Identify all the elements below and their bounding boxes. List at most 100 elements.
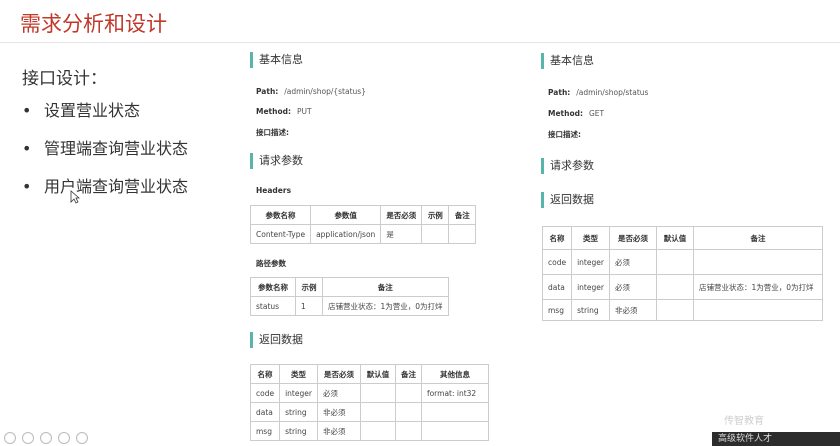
table-header-cell: 名称 xyxy=(249,364,281,384)
table-header-cell: 备注 xyxy=(394,364,422,384)
left-path-label: Path: xyxy=(256,87,279,96)
table-cell: integer xyxy=(571,249,610,275)
right-method-line: Method: GET xyxy=(548,109,604,118)
table-cell: msg xyxy=(541,299,573,321)
table-cell xyxy=(692,249,823,275)
right-path-value: /admin/shop/status xyxy=(576,88,649,97)
table-cell xyxy=(655,249,694,275)
table-row: msg string 非必须 xyxy=(249,421,489,441)
table-cell: format: int32 xyxy=(420,383,489,403)
table-row: Content-Type application/json 是 xyxy=(249,224,477,244)
table-cell: string xyxy=(279,421,318,441)
right-basic-heading: 基本信息 xyxy=(541,53,594,69)
table-header-cell: 默认值 xyxy=(655,226,694,250)
right-method-value: GET xyxy=(589,109,605,118)
table-cell: 1 xyxy=(295,296,323,316)
table-header-cell: 示例 xyxy=(421,205,450,225)
left-headers-table: 参数名称 参数值 是否必须 示例 备注 Content-Type applica… xyxy=(249,205,477,244)
table-cell xyxy=(359,421,396,441)
right-desc-line: 接口描述: xyxy=(548,129,587,140)
table-header-cell: 名称 xyxy=(541,226,573,250)
table-header-cell: 参数名称 xyxy=(249,205,312,225)
table-cell: code xyxy=(541,249,573,275)
table-row: code integer 必须 format: int32 xyxy=(249,383,489,403)
pen-icon[interactable] xyxy=(22,432,34,444)
table-header-cell: 类型 xyxy=(279,364,318,384)
table-cell: status xyxy=(250,296,296,316)
table-cell: data xyxy=(541,274,573,300)
right-response-table: 名称 类型 是否必须 默认值 备注 code integer 必须 data i… xyxy=(541,226,823,321)
left-response-table: 名称 类型 是否必须 默认值 备注 其他信息 code integer 必须 f… xyxy=(249,364,489,441)
table-header-cell: 备注 xyxy=(322,277,449,297)
table-header-row: 参数名称 参数值 是否必须 示例 备注 xyxy=(249,205,477,225)
slides-icon[interactable] xyxy=(58,432,70,444)
right-path-label: Path: xyxy=(548,88,571,97)
table-cell xyxy=(448,224,477,244)
right-desc-label: 接口描述: xyxy=(548,130,581,139)
table-cell xyxy=(421,224,450,244)
table-cell: 店铺营业状态：1为营业，0为打烊 xyxy=(322,296,449,316)
table-cell: string xyxy=(571,299,610,321)
bullet-dot-icon: • xyxy=(22,101,32,120)
left-path-params-table: 参数名称 示例 备注 status 1 店铺营业状态：1为营业，0为打烊 xyxy=(250,277,449,316)
table-cell xyxy=(420,402,489,422)
table-cell xyxy=(394,421,422,441)
bullet-dot-icon: • xyxy=(22,177,32,196)
bullet-text: 管理端查询营业状态 xyxy=(44,139,189,158)
table-cell: data xyxy=(249,402,281,422)
table-cell: application/json xyxy=(310,224,382,244)
table-cell: integer xyxy=(571,274,610,300)
right-path-line: Path: /admin/shop/status xyxy=(548,88,648,97)
table-header-cell: 备注 xyxy=(448,205,477,225)
slide-title: 需求分析和设计 xyxy=(20,12,167,36)
table-header-cell: 是否必须 xyxy=(316,364,361,384)
bullet-item: • 用户端查询营业状态 xyxy=(22,176,188,214)
bullet-item: • 管理端查询营业状态 xyxy=(22,138,188,176)
table-cell: msg xyxy=(249,421,281,441)
zoom-icon[interactable] xyxy=(40,432,52,444)
table-cell xyxy=(692,299,823,321)
title-divider xyxy=(0,42,840,43)
left-path-value: /admin/shop/{status} xyxy=(284,87,366,96)
bullet-text: 用户端查询营业状态 xyxy=(44,177,189,196)
table-header-cell: 默认值 xyxy=(359,364,396,384)
right-response-heading: 返回数据 xyxy=(541,192,594,208)
table-header-cell: 示例 xyxy=(295,277,323,297)
table-header-cell: 是否必须 xyxy=(608,226,657,250)
more-icon[interactable] xyxy=(76,432,88,444)
table-cell: code xyxy=(249,383,281,403)
table-cell xyxy=(655,299,694,321)
right-request-heading: 请求参数 xyxy=(541,158,594,174)
bullet-dot-icon: • xyxy=(22,139,32,158)
table-row: code integer 必须 xyxy=(541,249,823,275)
table-cell xyxy=(420,421,489,441)
table-header-cell: 参数值 xyxy=(310,205,382,225)
right-method-label: Method: xyxy=(548,109,583,118)
table-row: status 1 店铺营业状态：1为营业，0为打烊 xyxy=(250,296,449,316)
table-cell xyxy=(394,402,422,422)
table-header-cell: 备注 xyxy=(692,226,823,250)
table-cell xyxy=(394,383,422,403)
bullet-text: 设置营业状态 xyxy=(44,101,141,120)
table-header-cell: 参数名称 xyxy=(250,277,296,297)
table-cell xyxy=(655,274,694,300)
table-cell: string xyxy=(279,402,318,422)
left-request-heading: 请求参数 xyxy=(250,153,303,169)
table-cell: 非必须 xyxy=(316,421,361,441)
table-cell: 非必须 xyxy=(316,402,361,422)
table-cell: 必须 xyxy=(316,383,361,403)
left-path-line: Path: /admin/shop/{status} xyxy=(256,87,366,96)
table-row: data integer 必须 店铺营业状态：1为营业，0为打烊 xyxy=(541,274,823,300)
table-header-row: 名称 类型 是否必须 默认值 备注 xyxy=(541,226,823,250)
left-method-value: PUT xyxy=(297,107,312,116)
prev-slide-icon[interactable] xyxy=(4,432,16,444)
table-cell: 是 xyxy=(380,224,423,244)
watermark-text: 传智教育 xyxy=(724,416,764,427)
table-row: data string 非必须 xyxy=(249,402,489,422)
left-method-label: Method: xyxy=(256,107,291,116)
table-cell xyxy=(359,383,396,403)
left-desc-label: 接口描述: xyxy=(256,128,289,137)
mouse-pointer-icon xyxy=(70,190,80,204)
table-cell: 非必须 xyxy=(608,299,657,321)
table-cell: 必须 xyxy=(608,249,657,275)
